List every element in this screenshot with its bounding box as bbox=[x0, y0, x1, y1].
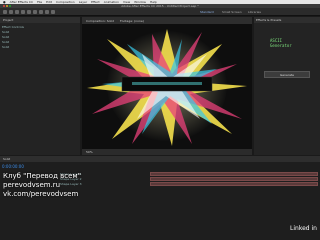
pen-tool-icon[interactable] bbox=[45, 10, 49, 14]
list-item[interactable]: Solid bbox=[2, 30, 9, 34]
tab-footage[interactable]: Footage: (none) bbox=[120, 19, 144, 23]
rotate-tool-icon[interactable] bbox=[21, 10, 25, 14]
layer-track[interactable] bbox=[150, 172, 318, 176]
layer-track[interactable] bbox=[150, 182, 318, 186]
maximize-icon[interactable] bbox=[9, 5, 11, 7]
hand-tool-icon[interactable] bbox=[9, 10, 13, 14]
shape-tool-icon[interactable] bbox=[39, 10, 43, 14]
panel-title[interactable]: Effects & Presets bbox=[256, 18, 281, 22]
composition-panel-header: Composition: Solid Footage: (none) bbox=[82, 17, 252, 24]
workspace-tab[interactable]: Standard bbox=[200, 10, 214, 14]
watermark-line: vk.com/perevodvsem bbox=[3, 190, 79, 198]
linkedin-logo: Linked in bbox=[290, 225, 317, 232]
viewer-controls: 50% bbox=[82, 149, 252, 155]
list-item[interactable]: Effect Controls bbox=[2, 25, 24, 29]
workspace-tab[interactable]: Small Screen bbox=[222, 10, 242, 14]
tab-composition[interactable]: Composition: Solid bbox=[86, 19, 114, 23]
zoom-level[interactable]: 50% bbox=[86, 150, 93, 154]
panel-header: Effects & Presets bbox=[254, 17, 320, 23]
logo-line: Generator bbox=[270, 43, 292, 48]
tab-timeline[interactable]: Solid bbox=[3, 157, 10, 161]
watermark-line: perevodvsem.ru bbox=[3, 181, 61, 189]
generate-button[interactable]: Generate bbox=[264, 71, 310, 78]
watermark: Клуб "Перевод всем" perevodvsem.ru vk.co… bbox=[3, 172, 81, 199]
watermark-line: Клуб "Перевод всем" bbox=[3, 172, 81, 180]
workspace-tab[interactable]: Libraries bbox=[248, 10, 261, 14]
panel-title[interactable]: Project bbox=[3, 18, 13, 22]
ascii-generator-logo: ASCII Generator bbox=[270, 38, 304, 52]
window-controls[interactable] bbox=[3, 5, 11, 7]
list-item[interactable]: Solid bbox=[2, 40, 9, 44]
minimize-icon[interactable] bbox=[6, 5, 8, 7]
layer-track[interactable] bbox=[150, 177, 318, 181]
close-icon[interactable] bbox=[3, 5, 5, 7]
panel-header: Project bbox=[0, 17, 80, 23]
zoom-tool-icon[interactable] bbox=[15, 10, 19, 14]
list-item[interactable]: Solid bbox=[2, 45, 9, 49]
composition-viewer[interactable] bbox=[82, 24, 252, 149]
timeline-header: Solid bbox=[0, 156, 320, 162]
toolbar: Standard Small Screen Libraries bbox=[0, 8, 320, 16]
camera-tool-icon[interactable] bbox=[27, 10, 31, 14]
selection-tool-icon[interactable] bbox=[3, 10, 7, 14]
project-panel: Project Effect Controls Solid Solid Soli… bbox=[0, 17, 80, 155]
burst-artwork bbox=[82, 24, 252, 149]
effects-panel: Effects & Presets ASCII Generator Genera… bbox=[254, 17, 320, 155]
list-item[interactable]: Solid bbox=[2, 35, 9, 39]
timecode[interactable]: 0:00:00:00 bbox=[2, 164, 24, 169]
text-tool-icon[interactable] bbox=[51, 10, 55, 14]
pan-tool-icon[interactable] bbox=[33, 10, 37, 14]
